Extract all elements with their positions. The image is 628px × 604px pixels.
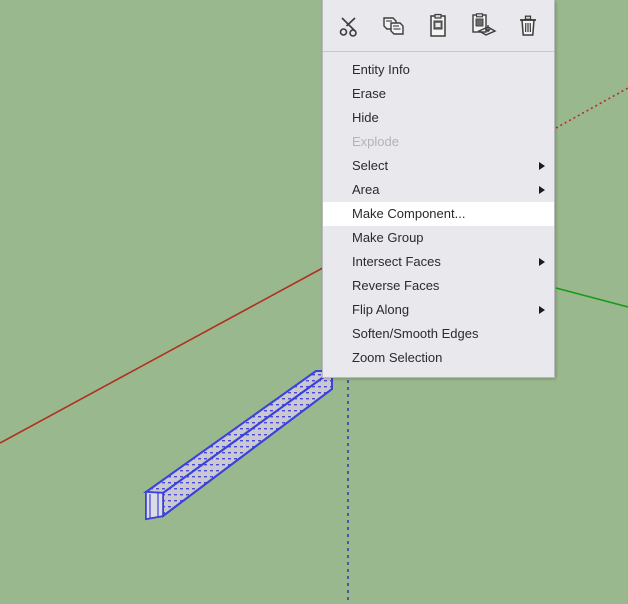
- context-menu[interactable]: Entity Info Erase Hide Explode Select Ar…: [322, 0, 555, 378]
- menu-item-label: Hide: [352, 110, 379, 125]
- copy-button[interactable]: [375, 7, 413, 45]
- clipboard-paste-in-place-icon: [469, 12, 497, 39]
- menu-item-label: Zoom Selection: [352, 350, 443, 365]
- clipboard-paste-icon: [426, 13, 450, 39]
- paste-in-place-button[interactable]: [464, 7, 502, 45]
- menu-item-make-component[interactable]: Make Component...: [323, 202, 554, 226]
- sketchup-window: Entity Info Erase Hide Explode Select Ar…: [0, 0, 628, 604]
- menu-item-zoom-selection[interactable]: Zoom Selection: [323, 346, 554, 370]
- copy-pages-icon: [380, 13, 408, 39]
- delete-button[interactable]: [509, 7, 547, 45]
- menu-item-intersect-faces[interactable]: Intersect Faces: [323, 250, 554, 274]
- menu-item-area[interactable]: Area: [323, 178, 554, 202]
- menu-item-entity-info[interactable]: Entity Info: [323, 58, 554, 82]
- cut-button[interactable]: [330, 7, 368, 45]
- menu-item-label: Make Component...: [352, 206, 466, 221]
- scissors-icon: [336, 13, 362, 39]
- menu-item-reverse-faces[interactable]: Reverse Faces: [323, 274, 554, 298]
- paste-button[interactable]: [419, 7, 457, 45]
- menu-item-select[interactable]: Select: [323, 154, 554, 178]
- menu-item-erase[interactable]: Erase: [323, 82, 554, 106]
- menu-item-hide[interactable]: Hide: [323, 106, 554, 130]
- menu-item-label: Intersect Faces: [352, 254, 441, 269]
- menu-item-make-group[interactable]: Make Group: [323, 226, 554, 250]
- menu-item-label: Soften/Smooth Edges: [352, 326, 479, 341]
- chevron-right-icon: [539, 186, 545, 194]
- menu-item-label: Erase: [352, 86, 386, 101]
- chevron-right-icon: [539, 306, 545, 314]
- menu-item-label: Explode: [352, 134, 399, 149]
- context-menu-toolbar: [323, 0, 554, 52]
- chevron-right-icon: [539, 162, 545, 170]
- context-menu-list: Entity Info Erase Hide Explode Select Ar…: [323, 52, 554, 377]
- menu-item-label: Entity Info: [352, 62, 410, 77]
- menu-item-label: Reverse Faces: [352, 278, 440, 293]
- menu-item-label: Flip Along: [352, 302, 410, 317]
- menu-item-flip-along[interactable]: Flip Along: [323, 298, 554, 322]
- menu-item-label: Area: [352, 182, 380, 197]
- chevron-right-icon: [539, 258, 545, 266]
- menu-item-label: Select: [352, 158, 389, 173]
- menu-item-soften-smooth-edges[interactable]: Soften/Smooth Edges: [323, 322, 554, 346]
- menu-item-label: Make Group: [352, 230, 424, 245]
- trash-icon: [516, 13, 540, 39]
- menu-item-explode: Explode: [323, 130, 554, 154]
